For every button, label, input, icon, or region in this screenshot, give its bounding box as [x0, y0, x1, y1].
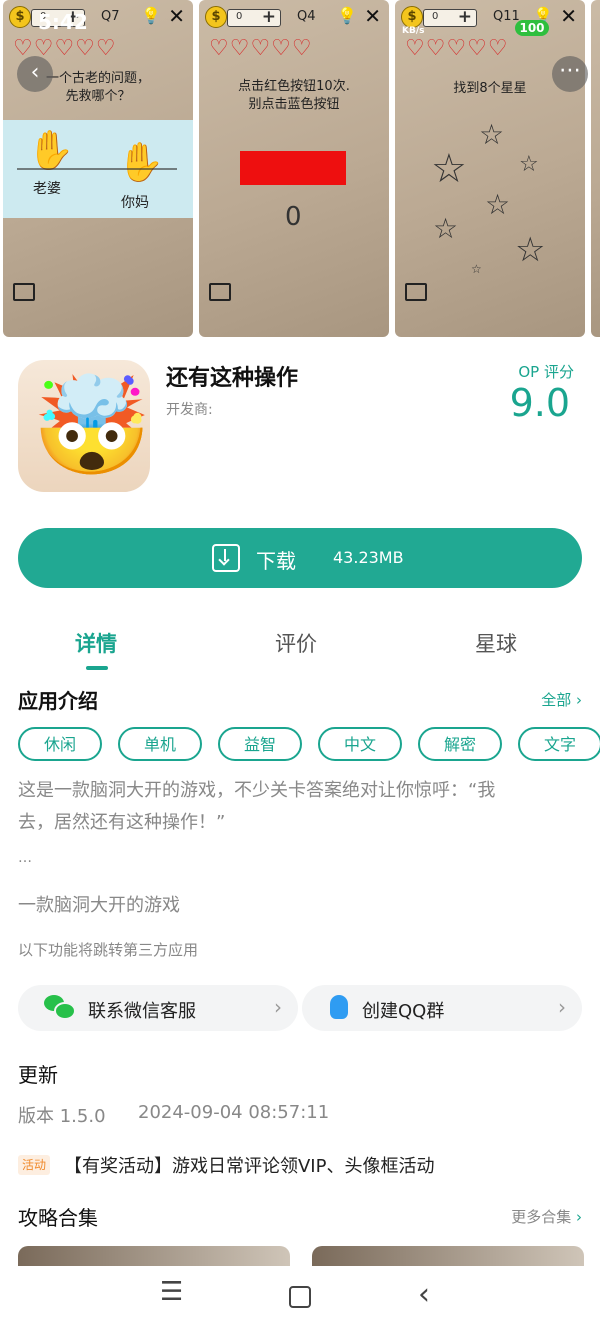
tag-text[interactable]: 文字 [518, 727, 600, 761]
tab-reviews[interactable]: 评价 [275, 628, 317, 658]
wechat-service-label: 联系微信客服 [88, 1001, 196, 1022]
hearts-icon: ♡♡♡♡♡ [405, 36, 509, 61]
option-mom: 你妈 [121, 195, 149, 211]
intro-all-link[interactable]: 全部 › [541, 689, 582, 710]
download-icon [212, 544, 240, 572]
tab-details[interactable]: 详情 [75, 628, 117, 658]
create-qq-group-button[interactable]: 创建QQ群 › [302, 985, 582, 1031]
star-icon: ☆ [479, 118, 505, 151]
chevron-right-icon: › [576, 691, 582, 709]
intro-description-line2: 去，居然还有这种操作！” [18, 812, 226, 833]
tag-puzzle[interactable]: 益智 [218, 727, 302, 761]
net-speed: KB/s [402, 26, 425, 36]
guide-card[interactable] [312, 1246, 584, 1266]
hand-left-icon: ✋ [27, 128, 75, 172]
game-hud: $ 0 + Q11 💡 ✕ [401, 4, 579, 30]
coin-icon: $ [401, 6, 423, 28]
download-size: 43.23MB [333, 548, 404, 567]
app-icon: 🤯 [18, 360, 150, 492]
game-hud: $ 0 + Q7 💡 ✕ [9, 4, 187, 30]
third-party-note: 以下功能将跳转第三方应用 [18, 941, 199, 959]
close-icon: ✕ [364, 4, 381, 28]
create-qq-group-label: 创建QQ群 [362, 1001, 445, 1022]
screenshot-3[interactable]: $ 0 + Q11 💡 ✕ ♡♡♡♡♡ 找到8个星星 ☆ ☆ ☆ ☆ ☆ ☆ ☆ [395, 0, 585, 337]
tab-indicator [86, 666, 108, 670]
chevron-right-icon: › [558, 995, 566, 1019]
water-wave [17, 168, 177, 172]
back-button[interactable]: ‹ [17, 56, 53, 92]
home-nav-icon[interactable] [289, 1286, 311, 1308]
level-label: Q4 [297, 9, 316, 24]
coin-icon: $ [9, 6, 31, 28]
status-time: 5:42 [38, 10, 88, 34]
intro-summary: 一款脑洞大开的游戏 [18, 895, 180, 916]
red-button [240, 151, 346, 185]
tag-decrypt[interactable]: 解密 [418, 727, 502, 761]
level-label: Q7 [101, 9, 120, 24]
coin-icon: $ [205, 6, 227, 28]
activity-badge: 活动 [18, 1155, 51, 1175]
tab-planet[interactable]: 星球 [475, 628, 517, 658]
developer-label: 开发商: [166, 402, 213, 418]
hint-bulb-icon: 💡 [141, 6, 161, 25]
qq-icon [330, 995, 348, 1019]
hint-bulb-icon: 💡 [337, 6, 357, 25]
update-date: 2024-09-04 08:57:11 [138, 1102, 330, 1123]
back-nav-icon[interactable]: ‹ [418, 1277, 430, 1312]
wechat-icon [44, 995, 76, 1020]
download-button[interactable]: 下载 43.23MB [18, 528, 582, 588]
level-label: Q11 [493, 9, 520, 24]
chevron-right-icon: › [576, 1208, 582, 1226]
update-title: 更新 [18, 1063, 58, 1087]
intro-title: 应用介绍 [18, 689, 98, 713]
score-value: 9.0 [509, 381, 570, 425]
guides-title: 攻略合集 [18, 1206, 98, 1230]
screenshot-4-peek[interactable] [591, 0, 600, 337]
explosion-emoji-icon: 🤯 [32, 370, 150, 482]
chevron-right-icon: › [274, 995, 282, 1019]
battery-indicator: 100 [515, 20, 549, 36]
more-options-button[interactable]: ⋯ [552, 56, 588, 92]
star-icon: ☆ [431, 146, 467, 192]
guides-more-link[interactable]: 更多合集 › [511, 1206, 582, 1227]
download-label: 下载 [256, 549, 296, 573]
wechat-service-button[interactable]: 联系微信客服 › [18, 985, 298, 1031]
close-icon: ✕ [168, 4, 185, 28]
menu-nav-icon[interactable]: ☰ [160, 1277, 183, 1307]
guide-card[interactable] [18, 1246, 290, 1266]
hand-right-icon: ✋ [117, 140, 165, 184]
star-icon: ☆ [485, 188, 511, 221]
version-text: 版本 1.5.0 [18, 1106, 106, 1127]
star-icon: ☆ [433, 212, 459, 245]
water-panel: ✋ ✋ 老婆 你妈 [3, 120, 193, 218]
option-wife: 老婆 [33, 181, 61, 197]
coin-counter: 0 + [227, 7, 281, 27]
star-icon: ☆ [471, 262, 482, 276]
star-icon: ☆ [519, 152, 539, 177]
activity-link[interactable]: 【有奖活动】游戏日常评论领VIP、头像框活动 [64, 1152, 434, 1178]
tag-chinese[interactable]: 中文 [318, 727, 402, 761]
score-label: OP 评分 [518, 363, 574, 381]
share-icon [405, 283, 427, 301]
hearts-icon: ♡♡♡♡♡ [209, 36, 313, 61]
share-icon [209, 283, 231, 301]
screenshot-2[interactable]: $ 0 + Q4 💡 ✕ ♡♡♡♡♡ 点击红色按钮10次. 别点击蓝色按钮 0 [199, 0, 389, 337]
level-question: 点击红色按钮10次. 别点击蓝色按钮 [238, 79, 350, 112]
share-icon [13, 283, 35, 301]
intro-description-line1: 这是一款脑洞大开的游戏，不少关卡答案绝对让你惊呼：“我 [18, 780, 496, 801]
click-counter: 0 [285, 202, 302, 232]
close-icon: ✕ [560, 4, 577, 28]
app-name: 还有这种操作 [166, 366, 299, 391]
game-hud: $ 0 + Q4 💡 ✕ [205, 4, 383, 30]
coin-counter: 0 + [423, 7, 477, 27]
tag-casual[interactable]: 休闲 [18, 727, 102, 761]
star-icon: ☆ [515, 230, 546, 270]
tag-offline[interactable]: 单机 [118, 727, 202, 761]
screenshot-1[interactable]: $ 0 + Q7 💡 ✕ ♡♡♡♡♡ 一个古老的问题， 先救哪个？ ✋ ✋ 老婆 … [3, 0, 193, 337]
intro-ellipsis: … [18, 850, 32, 866]
